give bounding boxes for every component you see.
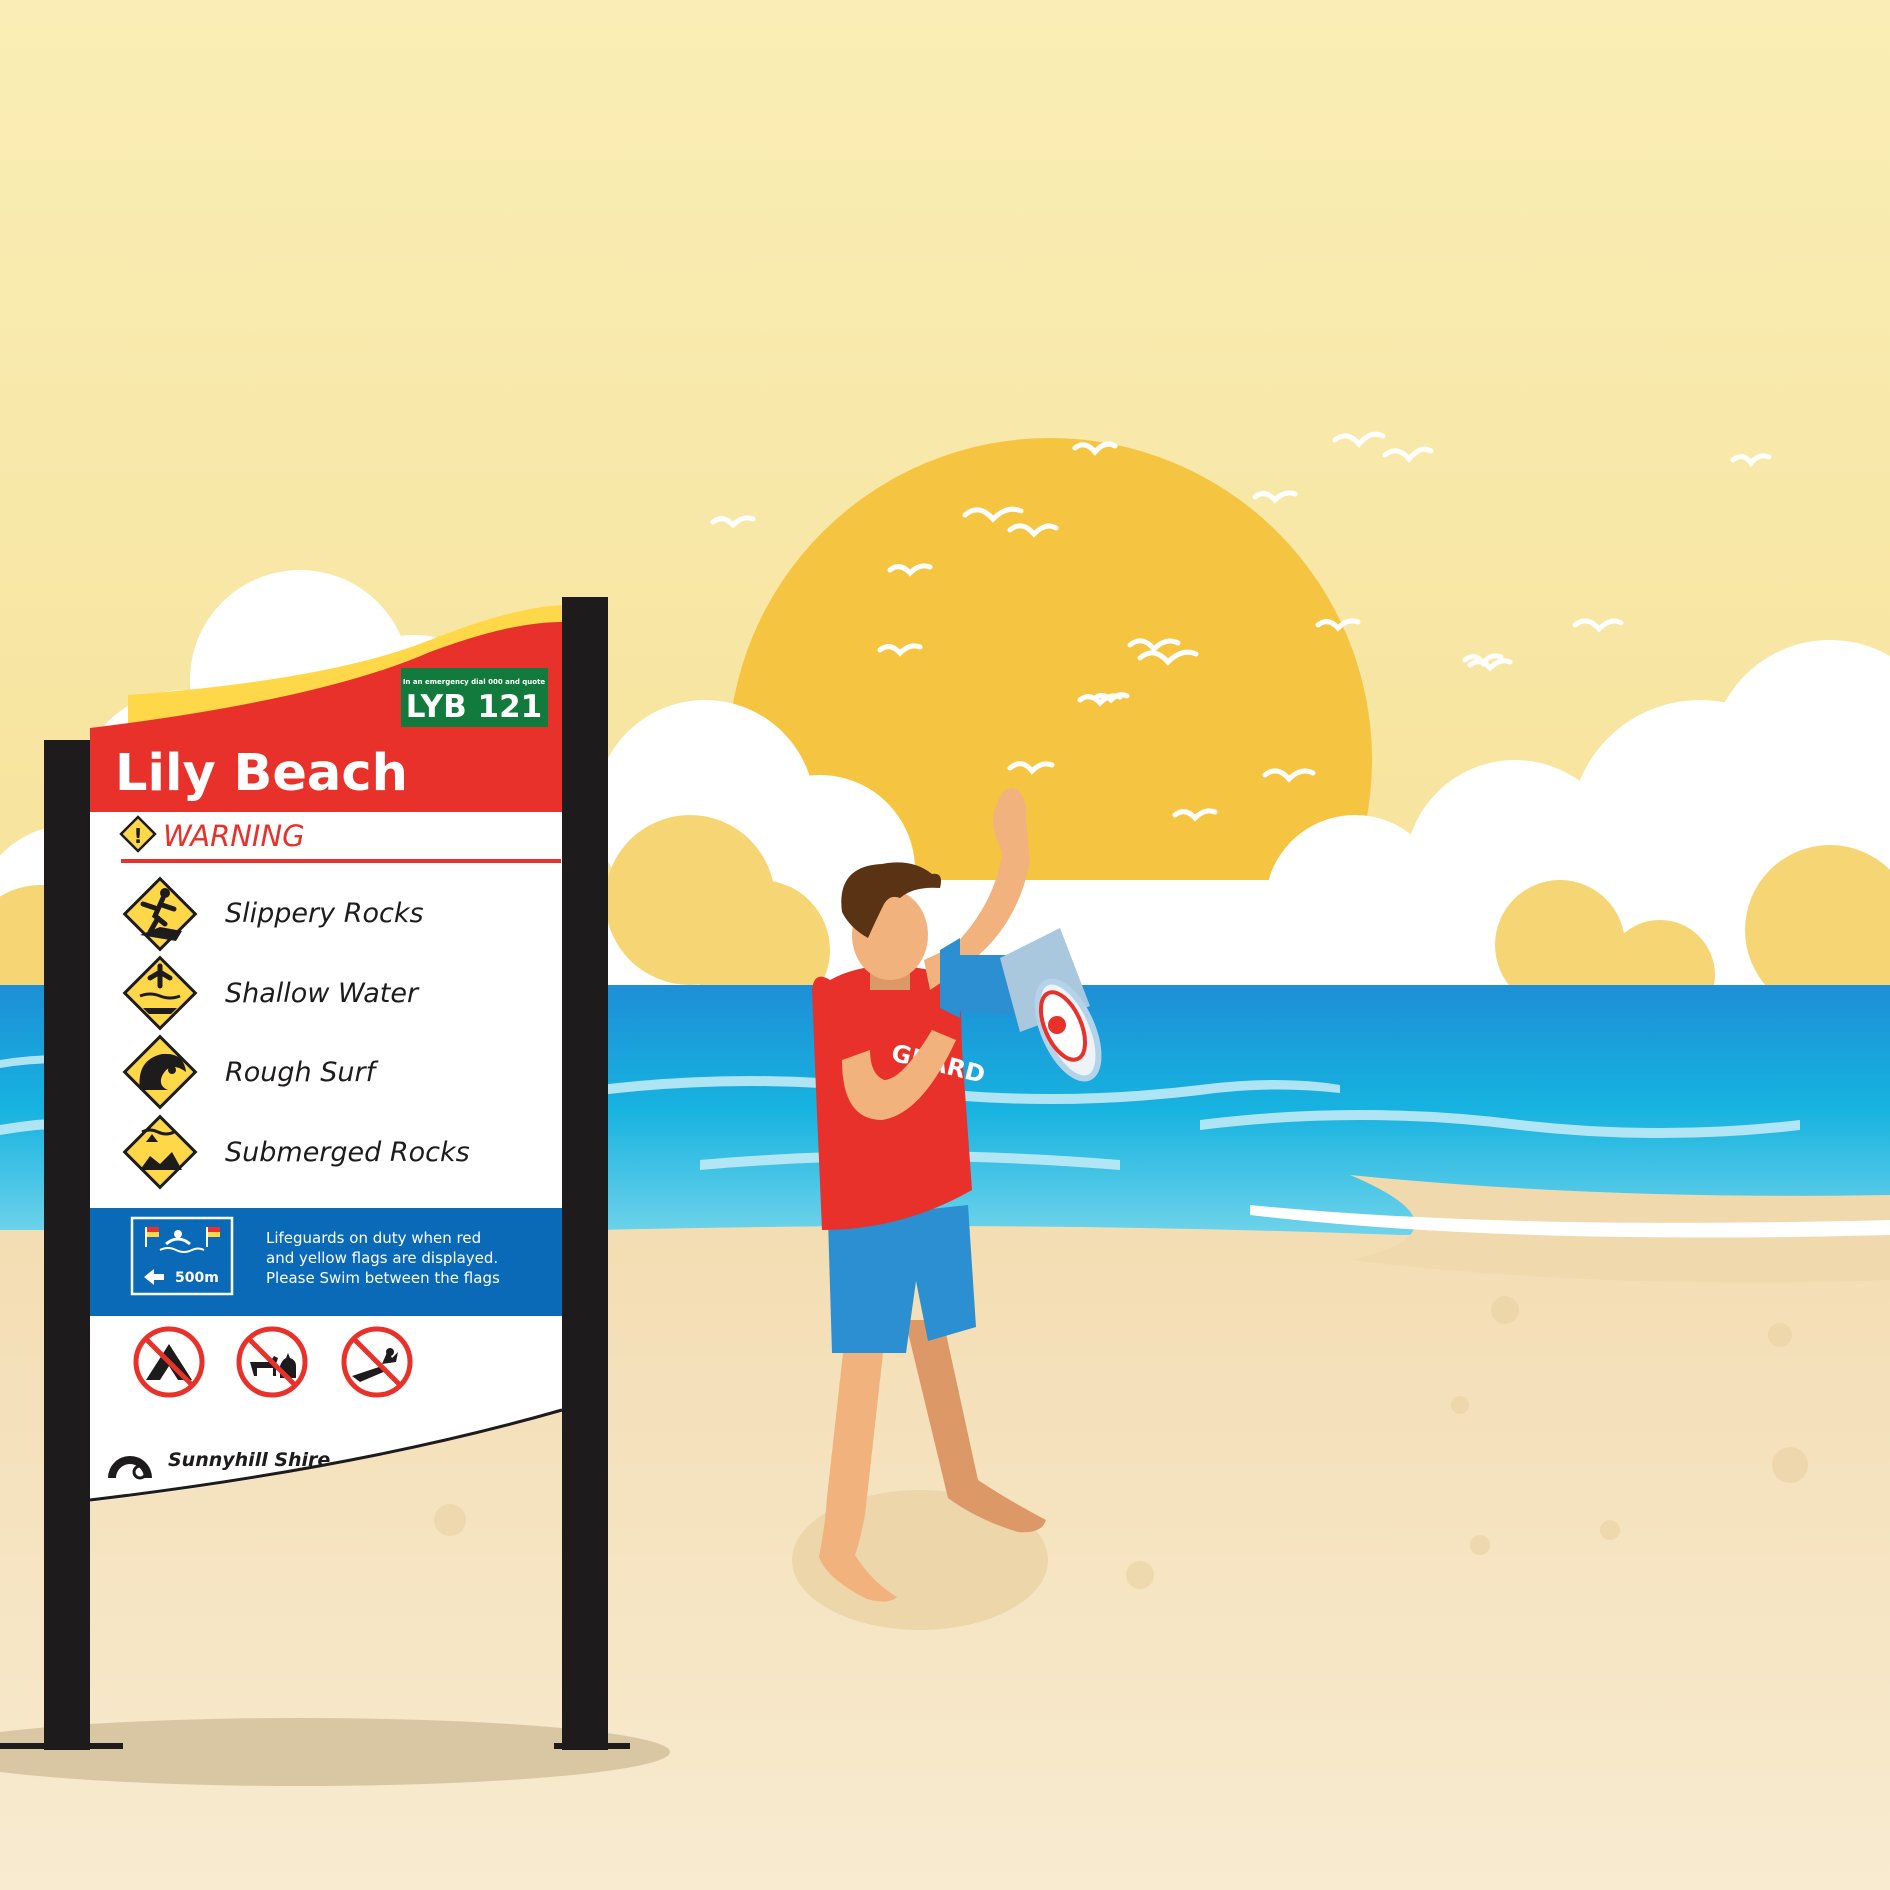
council-name: Sunnyhill Shire [168, 1449, 330, 1471]
flags-distance: 500m [175, 1270, 219, 1286]
no-dogs-or-cats-icon [236, 1326, 308, 1398]
beach-scene: In an emergency dial 000 and quote LYB 1… [0, 0, 1890, 1890]
hazard-label: Slippery Rocks [225, 898, 424, 929]
no-fires-icon [341, 1326, 413, 1398]
svg-text:!: ! [133, 824, 142, 848]
beach-name: Lily Beach [115, 744, 408, 803]
beach-sign: In an emergency dial 000 and quote LYB 1… [89, 605, 563, 1502]
warning-heading: WARNING [163, 819, 305, 853]
hazard-label: Shallow Water [225, 978, 420, 1009]
lifeguard-text-line-3: Please Swim between the flags [266, 1269, 500, 1287]
no-camping-icon [133, 1326, 205, 1398]
lifeguard-text-line-1: Lifeguards on duty when red [266, 1229, 481, 1247]
location-code: LYB 121 [406, 689, 543, 725]
hazard-label: Rough Surf [225, 1057, 379, 1088]
warning-rule [121, 859, 561, 863]
emergency-note: In an emergency dial 000 and quote [403, 678, 546, 686]
hazard-label: Submerged Rocks [225, 1137, 470, 1168]
lifeguard-text-line-2: and yellow flags are displayed. [266, 1249, 498, 1267]
